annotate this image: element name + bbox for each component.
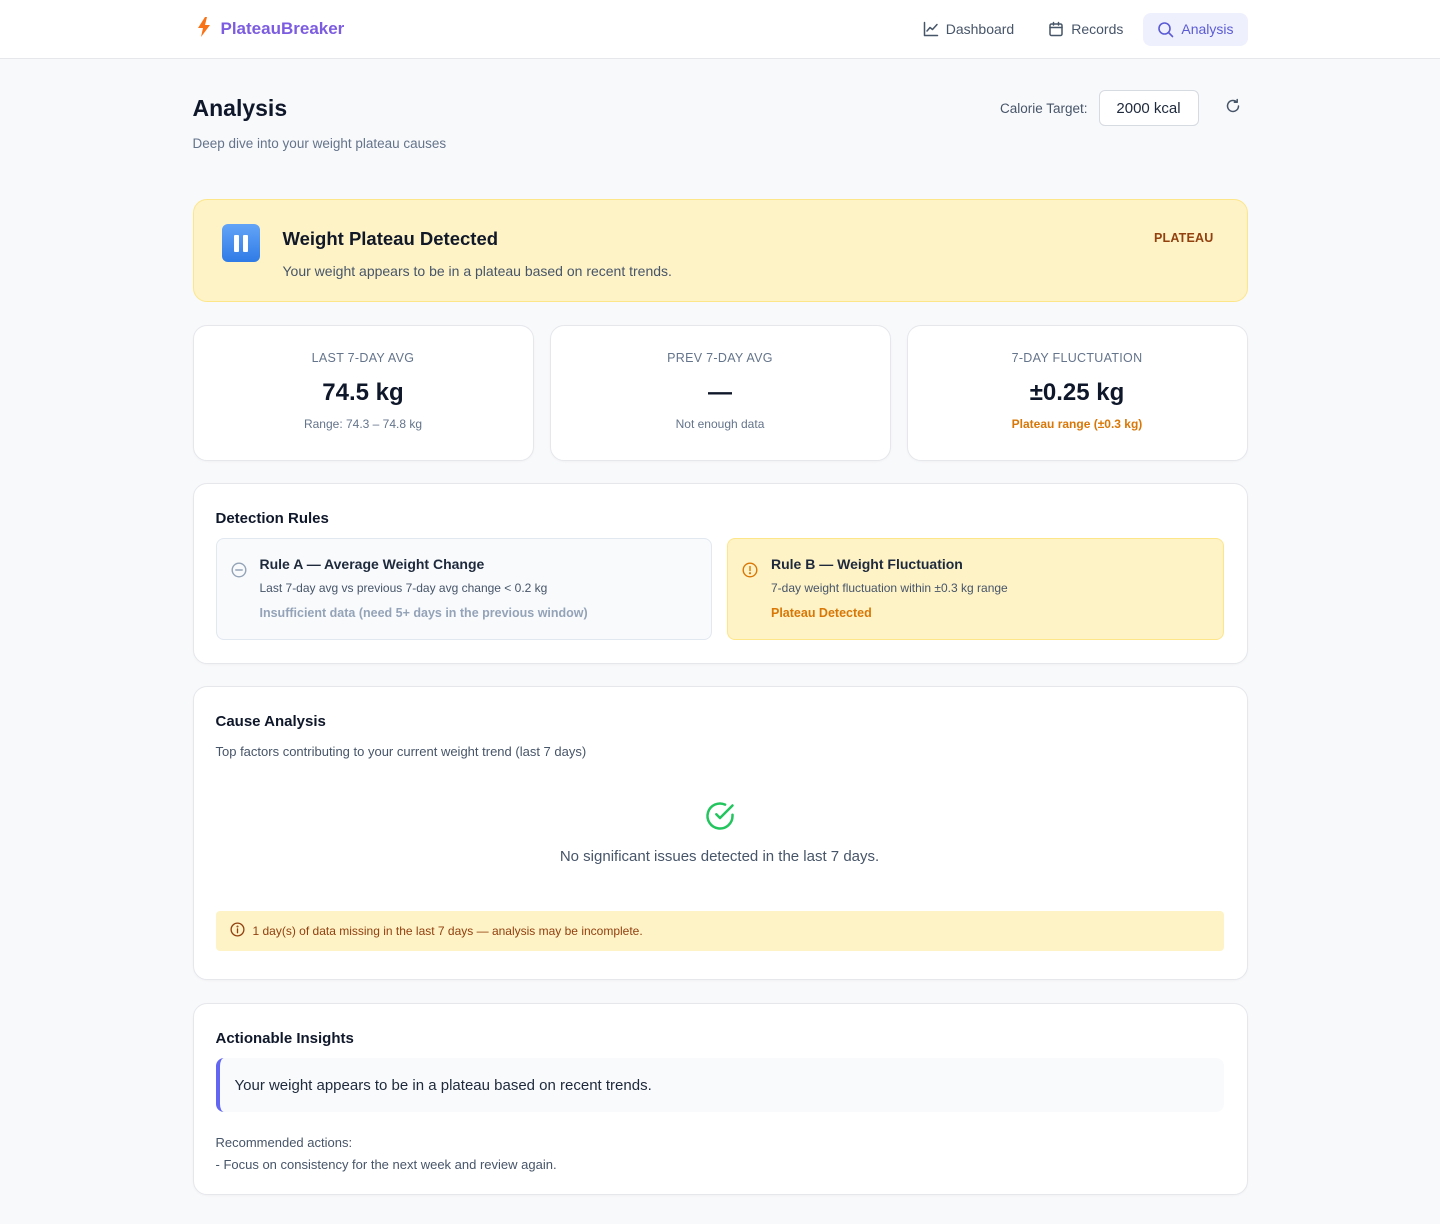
nav-dashboard[interactable]: Dashboard: [909, 13, 1029, 46]
card-title: Actionable Insights: [215, 1030, 354, 1047]
insight-message: Your weight appears to be in a plateau b…: [215, 1058, 1224, 1112]
rule-status: Insufficient data (need 5+ days in the p…: [259, 606, 588, 620]
stat-value: —: [708, 379, 732, 406]
rule-description: Last 7-day avg vs previous 7-day avg cha…: [259, 581, 548, 595]
pause-icon: [221, 224, 260, 262]
empty-state: No significant issues detected in the la…: [216, 759, 1224, 911]
rule-title: Rule B — Weight Fluctuation: [771, 556, 963, 572]
main-content: Analysis Deep dive into your weight plat…: [192, 59, 1248, 1195]
page-title: Analysis: [192, 95, 288, 121]
banner-title: Weight Plateau Detected: [282, 228, 499, 249]
empty-state-text: No significant issues detected in the la…: [559, 848, 880, 865]
nav-analysis[interactable]: Analysis: [1143, 12, 1248, 46]
card-title: Detection Rules: [215, 510, 329, 527]
search-icon: [1157, 21, 1174, 38]
rule-status: Plateau Detected: [771, 606, 872, 620]
nav-records-label: Records: [1071, 21, 1124, 37]
alert-circle-icon: [742, 556, 760, 639]
stat-value: 74.5 kg: [322, 379, 404, 406]
actions-heading: Recommended actions:: [215, 1135, 353, 1150]
nav-dashboard-label: Dashboard: [945, 21, 1015, 37]
calorie-target-input[interactable]: [1098, 90, 1199, 126]
refresh-icon: [1225, 98, 1241, 119]
stat-note: Not enough data: [675, 417, 765, 431]
warning-text: 1 day(s) of data missing in the last 7 d…: [252, 924, 643, 938]
brand[interactable]: PlateauBreaker: [193, 16, 345, 42]
refresh-button[interactable]: [1218, 93, 1248, 123]
card-subtitle: Top factors contributing to your current…: [215, 744, 587, 759]
calorie-target-label: Calorie Target:: [999, 100, 1088, 116]
brand-name: PlateauBreaker: [220, 19, 345, 38]
recommended-actions: Recommended actions: - Focus on consiste…: [216, 1132, 1224, 1176]
page-header: Analysis Deep dive into your weight plat…: [193, 59, 1248, 199]
bolt-icon: [197, 16, 211, 42]
top-navigation-bar: PlateauBreaker Dashboard Records Analysi…: [0, 0, 1440, 59]
rule-title: Rule A — Average Weight Change: [259, 556, 485, 572]
banner-description: Your weight appears to be in a plateau b…: [282, 263, 672, 279]
plateau-banner: Weight Plateau Detected Your weight appe…: [192, 199, 1248, 302]
calendar-icon: [1048, 21, 1064, 37]
action-item: - Focus on consistency for the next week…: [215, 1157, 557, 1172]
stat-label: 7-DAY FLUCTUATION: [1011, 351, 1143, 365]
stat-note: Range: 74.3 – 74.8 kg: [303, 417, 423, 431]
cause-analysis-card: Cause Analysis Top factors contributing …: [192, 686, 1248, 980]
check-circle-icon: [216, 800, 1224, 832]
minus-circle-icon: [230, 556, 249, 639]
stat-card-last-avg: LAST 7-DAY AVG 74.5 kg Range: 74.3 – 74.…: [192, 325, 534, 461]
rule-description: 7-day weight fluctuation within ±0.3 kg …: [771, 581, 1008, 595]
chart-line-icon: [923, 21, 939, 37]
card-title: Cause Analysis: [215, 713, 326, 730]
stat-card-fluctuation: 7-DAY FLUCTUATION ±0.25 kg Plateau range…: [906, 325, 1248, 461]
main-nav: Dashboard Records Analysis: [909, 12, 1248, 46]
nav-records[interactable]: Records: [1034, 13, 1137, 46]
stat-label: PREV 7-DAY AVG: [667, 351, 773, 365]
rule-b: Rule B — Weight Fluctuation 7-day weight…: [727, 538, 1224, 640]
stat-label: LAST 7-DAY AVG: [311, 351, 415, 365]
info-icon: [229, 922, 245, 940]
stat-cards: LAST 7-DAY AVG 74.5 kg Range: 74.3 – 74.…: [192, 325, 1248, 461]
stat-note: Plateau range (±0.3 kg): [1011, 417, 1143, 431]
rule-a: Rule A — Average Weight Change Last 7-da…: [215, 538, 712, 640]
status-badge: PLATEAU: [1154, 231, 1214, 245]
stat-value: ±0.25 kg: [1029, 379, 1125, 406]
missing-data-warning: 1 day(s) of data missing in the last 7 d…: [215, 911, 1224, 951]
calorie-target: Calorie Target:: [1000, 90, 1248, 126]
detection-rules-card: Detection Rules Rule A — Average Weight …: [192, 483, 1248, 664]
nav-analysis-label: Analysis: [1181, 21, 1234, 37]
insights-card: Actionable Insights Your weight appears …: [192, 1003, 1248, 1195]
stat-card-prev-avg: PREV 7-DAY AVG — Not enough data: [549, 325, 891, 461]
page-subtitle: Deep dive into your weight plateau cause…: [192, 136, 447, 151]
